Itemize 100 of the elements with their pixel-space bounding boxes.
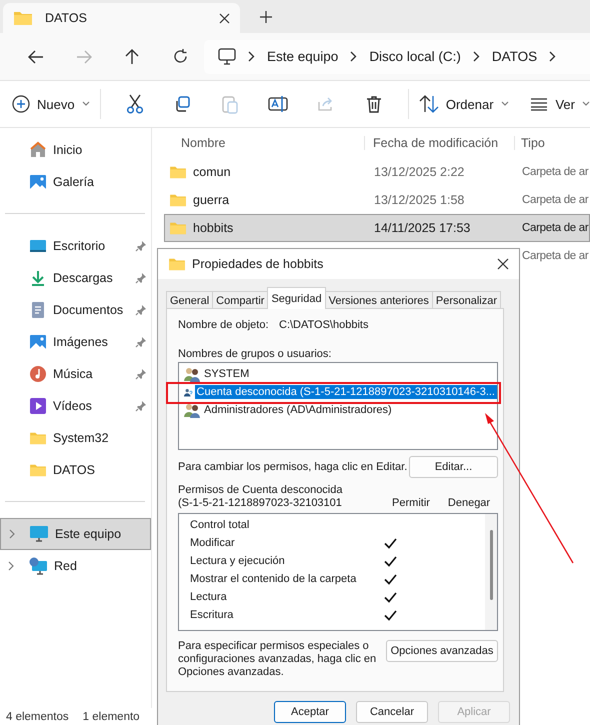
back-icon[interactable]	[28, 50, 44, 64]
dialog-tab[interactable]: General	[166, 291, 214, 309]
delete-icon[interactable]	[366, 95, 382, 113]
dialog-button[interactable]: Cancelar	[356, 701, 428, 723]
desktop-icon	[29, 238, 47, 254]
monitor-icon	[29, 525, 49, 543]
view-button[interactable]: Ver	[530, 96, 590, 112]
dialog-tab[interactable]: Compartir	[212, 291, 268, 309]
chevron-right-icon	[472, 51, 480, 62]
monitor-icon	[218, 48, 236, 65]
pin-icon	[135, 336, 147, 348]
sidebar-item[interactable]: System32	[0, 422, 151, 454]
folder-icon	[29, 463, 47, 477]
tab-title: DATOS	[45, 11, 88, 25]
sidebar-item[interactable]: Música	[0, 358, 151, 390]
download-icon	[29, 269, 47, 287]
pin-icon	[135, 304, 147, 316]
chevron-down-icon	[82, 101, 90, 107]
scrollbar[interactable]	[485, 514, 497, 630]
network-icon	[28, 557, 48, 575]
edit-hint: Para cambiar los permisos, haga clic en Editar.	[178, 461, 408, 473]
advanced-button[interactable]: Opciones avanzadas	[386, 640, 498, 662]
breadcrumb[interactable]: Este equipo	[267, 49, 338, 64]
object-path: C:\DATOS\hobbits	[279, 319, 368, 331]
permissions-label: Permisos de Cuenta desconocida (S-1-5-21-1218897023-32103101	[178, 484, 344, 510]
pin-icon	[135, 240, 147, 252]
dialog-button[interactable]: Aceptar	[274, 701, 346, 723]
folder-icon	[169, 165, 187, 179]
column-header[interactable]: Tipo	[514, 136, 590, 150]
cut-icon[interactable]	[126, 94, 144, 114]
up-icon[interactable]	[125, 48, 139, 64]
file-type: Carpeta de ar	[522, 194, 588, 206]
breadcrumb[interactable]: DATOS	[492, 49, 538, 64]
sidebar-item[interactable]: Descargas	[0, 262, 151, 294]
address-bar[interactable]: Este equipo Disco local (C:) DATOS	[204, 40, 590, 74]
sidebar-item[interactable]: Red	[0, 550, 151, 582]
file-row[interactable]: hobbits 14/11/2025 17:53 Carpeta de ar	[164, 214, 590, 242]
permission-name: Escritura	[190, 609, 234, 621]
edit-button[interactable]: Editar...	[409, 456, 498, 478]
refresh-icon[interactable]	[172, 49, 188, 64]
folder-icon	[169, 193, 187, 207]
chevron-right-icon	[350, 51, 358, 62]
permission-name: Mostrar el contenido de la carpeta	[190, 573, 358, 585]
file-row[interactable]: guerra 13/12/2025 1:58 Carpeta de ar	[164, 186, 590, 214]
sidebar-item[interactable]: DATOS	[0, 454, 151, 486]
window-tab[interactable]: DATOS	[3, 3, 240, 33]
column-header[interactable]: Nombre	[164, 136, 364, 150]
plus-circle-icon	[12, 95, 30, 113]
pin-icon	[135, 368, 147, 380]
file-type: Carpeta de ar	[522, 222, 588, 234]
sidebar-item[interactable]: Documentos	[0, 294, 151, 326]
new-tab-icon[interactable]	[260, 11, 272, 23]
sidebar-item[interactable]: Galería	[0, 166, 151, 198]
video-icon	[29, 397, 47, 415]
close-icon[interactable]	[219, 12, 230, 24]
file-type: Carpeta de ar	[522, 166, 588, 178]
sidebar-item[interactable]: Escritorio	[0, 230, 151, 262]
sort-button[interactable]: Ordenar	[418, 95, 509, 113]
sidebar-item[interactable]: Vídeos	[0, 390, 151, 422]
close-icon[interactable]	[497, 258, 509, 270]
file-name: comun	[193, 165, 231, 179]
file-date: 14/11/2025 17:53	[374, 221, 470, 235]
sidebar-item[interactable]: Inicio	[0, 134, 151, 166]
column-header: Denegar	[446, 497, 492, 510]
column-header[interactable]: Fecha de modificación	[364, 136, 514, 150]
users-label: Nombres de grupos o usuarios:	[178, 348, 332, 360]
chevron-down-icon	[582, 101, 590, 107]
sidebar-item[interactable]: Imágenes	[0, 326, 151, 358]
users-icon	[184, 402, 200, 418]
chevron-right-icon	[549, 51, 556, 62]
status-text: 1 elemento	[82, 710, 140, 722]
home-icon	[29, 141, 47, 159]
folder-icon	[169, 221, 187, 235]
user-item[interactable]: SYSTEM	[202, 367, 252, 381]
new-button[interactable]: Nuevo	[12, 95, 90, 113]
dialog-tab[interactable]: Personalizar	[432, 291, 502, 309]
rename-icon[interactable]	[268, 95, 288, 113]
folder-icon	[13, 10, 33, 26]
advanced-hint: Para especificar permisos especiales o configuraciones avanzadas, haga clic en Opciones avanzadas.	[178, 640, 378, 679]
users-icon	[184, 366, 200, 382]
file-name: guerra	[193, 193, 230, 207]
pin-icon	[135, 272, 147, 284]
chevron-right-icon[interactable]	[9, 529, 15, 539]
pin-icon	[135, 400, 147, 412]
user-item[interactable]: Cuenta desconocida (S-1-5-21-1218897023-3210310146-3...	[194, 385, 497, 399]
sidebar-item[interactable]: Este equipo	[0, 518, 151, 550]
folder-icon	[29, 431, 47, 445]
user-item[interactable]: Administradores (AD\Administradores)	[202, 403, 394, 417]
object-label: Nombre de objeto:	[178, 319, 270, 331]
file-date: 13/12/2025 2:22	[374, 165, 464, 179]
list-icon	[530, 97, 548, 111]
picture-icon	[29, 173, 47, 191]
status-text: 4 elementos	[6, 710, 69, 722]
permission-name: Control total	[190, 519, 250, 531]
permission-name: Lectura y ejecución	[190, 555, 286, 567]
breadcrumb[interactable]: Disco local (C:)	[369, 49, 461, 64]
file-row[interactable]: comun 13/12/2025 2:22 Carpeta de ar	[164, 158, 590, 186]
dialog-tab[interactable]: Seguridad	[267, 287, 326, 309]
chevron-down-icon	[500, 101, 509, 107]
chevron-right-icon[interactable]	[8, 561, 14, 571]
